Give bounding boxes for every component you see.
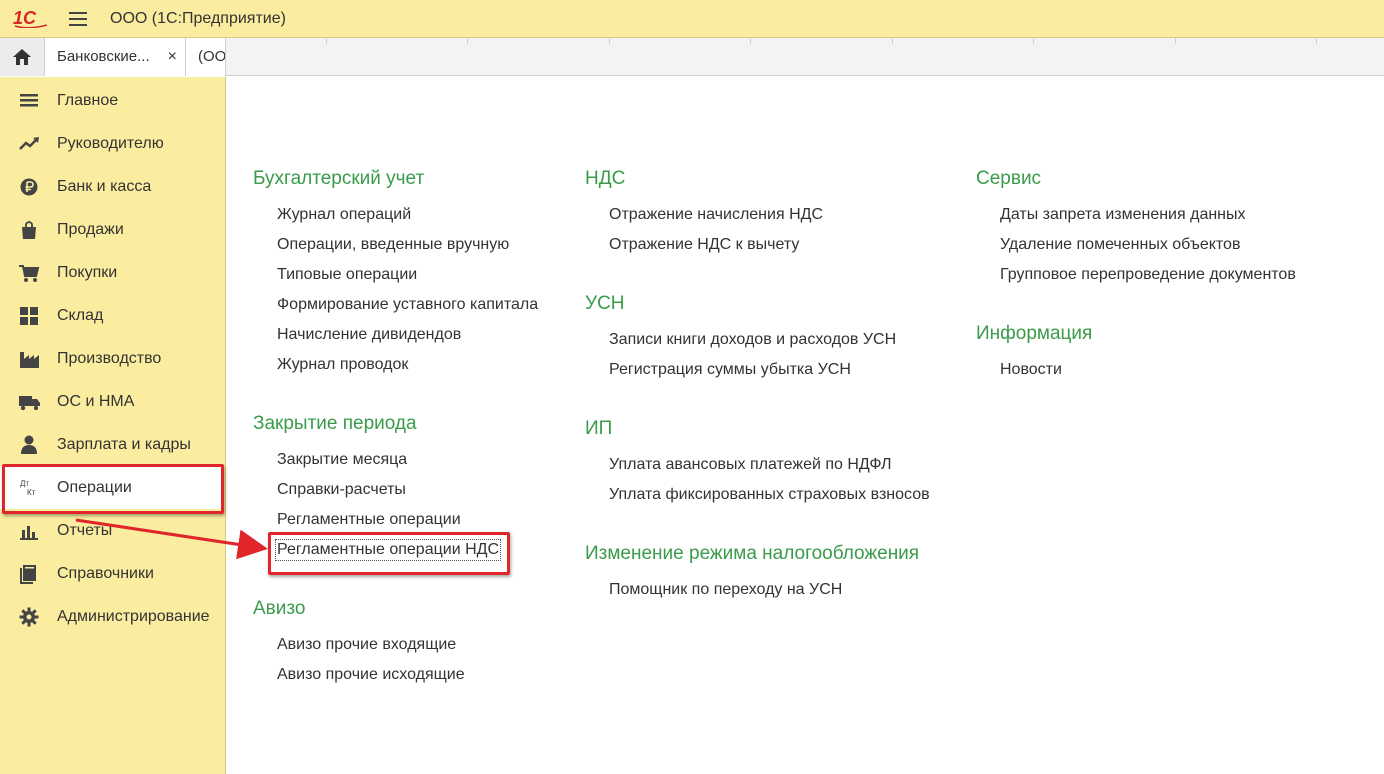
link-authorized-capital[interactable]: Формирование уставного капитала: [277, 296, 538, 314]
sidebar-item-label: Покупки: [57, 264, 118, 281]
link-usn-loss-registration[interactable]: Регистрация суммы убытка УСН: [609, 361, 851, 379]
sidebar-item-sales[interactable]: Продажи: [0, 208, 224, 251]
bar-chart-icon: [20, 526, 38, 540]
link-operations-journal[interactable]: Журнал операций: [277, 206, 411, 224]
sidebar-item-label: Склад: [57, 307, 104, 324]
sidebar-item-administration[interactable]: Администрирование: [0, 595, 224, 638]
sidebar-item-label: Зарплата и кадры: [57, 436, 191, 453]
link-delete-marked-objects[interactable]: Удаление помеченных объектов: [1000, 236, 1240, 254]
gear-icon: [19, 607, 39, 627]
factory-icon: [20, 352, 39, 368]
link-calculations[interactable]: Справки-расчеты: [277, 481, 406, 499]
link-aviso-incoming[interactable]: Авизо прочие входящие: [277, 636, 456, 654]
tab-strip: Банковские... × (ООО: [0, 38, 1384, 76]
section-title-ip: ИП: [585, 418, 613, 439]
annotation-highlight-vat-routine: [268, 532, 510, 575]
section-title-information: Информация: [976, 323, 1093, 344]
trend-icon: [19, 137, 39, 150]
tab-close-icon[interactable]: ×: [168, 38, 177, 76]
truck-icon: [19, 396, 40, 411]
link-postings-journal[interactable]: Журнал проводок: [277, 356, 408, 374]
section-title-tax-regime-change: Изменение режима налогообложения: [585, 543, 920, 564]
hamburger-menu-icon[interactable]: [66, 8, 90, 30]
1c-logo-icon: 1С: [13, 8, 53, 29]
sidebar-item-production[interactable]: Производство: [0, 337, 224, 380]
section-title-vat: НДС: [585, 168, 626, 189]
sidebar-item-bank[interactable]: Банк и касса: [0, 165, 224, 208]
tab-divider: [750, 38, 751, 44]
tab-label: (ООО: [198, 48, 226, 65]
link-group-reposting[interactable]: Групповое перепроведение документов: [1000, 266, 1296, 284]
link-dividends[interactable]: Начисление дивидендов: [277, 326, 461, 344]
grid-icon: [20, 307, 38, 325]
sidebar-item-label: Отчеты: [57, 522, 113, 539]
section-title-usn: УСН: [585, 293, 625, 314]
home-icon: [13, 49, 31, 65]
sidebar-item-purchases[interactable]: Покупки: [0, 251, 224, 294]
link-vat-accrual[interactable]: Отражение начисления НДС: [609, 206, 823, 224]
sidebar-item-main[interactable]: Главное: [0, 79, 224, 122]
link-routine-operations[interactable]: Регламентные операции: [277, 511, 461, 529]
tab-ooo[interactable]: (ООО: [186, 38, 226, 76]
link-typical-operations[interactable]: Типовые операции: [277, 266, 417, 284]
ruble-icon: [20, 178, 38, 196]
link-usn-book-entries[interactable]: Записи книги доходов и расходов УСН: [609, 331, 896, 349]
sidebar-item-reports[interactable]: Отчеты: [0, 509, 224, 552]
sidebar: Главное Руководителю Банк и касса Продаж…: [0, 77, 226, 774]
sidebar-item-label: Руководителю: [57, 135, 164, 152]
link-usn-transition-assistant[interactable]: Помощник по переходу на УСН: [609, 581, 842, 599]
tab-divider: [326, 38, 327, 44]
sidebar-item-fixed-assets[interactable]: ОС и НМА: [0, 380, 224, 423]
tab-divider: [1175, 38, 1176, 44]
section-title-period-closing: Закрытие периода: [253, 413, 417, 434]
sidebar-item-label: Администрирование: [57, 608, 210, 625]
tab-divider: [892, 38, 893, 44]
tab-label: Банковские...: [57, 48, 150, 65]
section-title-service: Сервис: [976, 168, 1042, 189]
tab-divider: [609, 38, 610, 44]
person-icon: [21, 435, 37, 454]
svg-text:1С: 1С: [13, 8, 37, 28]
sidebar-item-label: Продажи: [57, 221, 124, 238]
tab-divider: [467, 38, 468, 44]
sidebar-item-salary[interactable]: Зарплата и кадры: [0, 423, 224, 466]
tab-divider: [1316, 38, 1317, 44]
sidebar-item-label: Справочники: [57, 565, 154, 582]
link-month-closing[interactable]: Закрытие месяца: [277, 451, 407, 469]
list-icon: [20, 94, 38, 107]
app-title: ООО (1С:Предприятие): [110, 10, 286, 27]
cart-icon: [19, 265, 40, 282]
shopping-bag-icon: [22, 221, 36, 239]
annotation-highlight-operations: [2, 464, 224, 514]
sidebar-item-manager[interactable]: Руководителю: [0, 122, 224, 165]
home-tab[interactable]: [0, 38, 45, 76]
title-bar: 1С ООО (1С:Предприятие): [0, 0, 1384, 38]
link-vat-deduction[interactable]: Отражение НДС к вычету: [609, 236, 799, 254]
link-manual-operations[interactable]: Операции, введенные вручную: [277, 236, 509, 254]
sidebar-item-directories[interactable]: Справочники: [0, 552, 224, 595]
link-edit-lock-dates[interactable]: Даты запрета изменения данных: [1000, 206, 1246, 224]
sidebar-item-label: Банк и касса: [57, 178, 152, 195]
link-aviso-outgoing[interactable]: Авизо прочие исходящие: [277, 666, 465, 684]
tab-bank-documents[interactable]: Банковские... ×: [45, 38, 186, 76]
books-icon: [20, 565, 36, 584]
sidebar-item-warehouse[interactable]: Склад: [0, 294, 224, 337]
link-news[interactable]: Новости: [1000, 361, 1062, 379]
section-title-aviso: Авизо: [253, 598, 306, 619]
sidebar-item-label: ОС и НМА: [57, 393, 135, 410]
tab-divider: [1033, 38, 1034, 44]
sidebar-item-label: Производство: [57, 350, 162, 367]
link-ndfl-advance-payments[interactable]: Уплата авансовых платежей по НДФЛ: [609, 456, 892, 474]
sidebar-item-label: Главное: [57, 92, 119, 109]
link-fixed-insurance-payments[interactable]: Уплата фиксированных страховых взносов: [609, 486, 930, 504]
section-title-accounting: Бухгалтерский учет: [253, 168, 425, 189]
